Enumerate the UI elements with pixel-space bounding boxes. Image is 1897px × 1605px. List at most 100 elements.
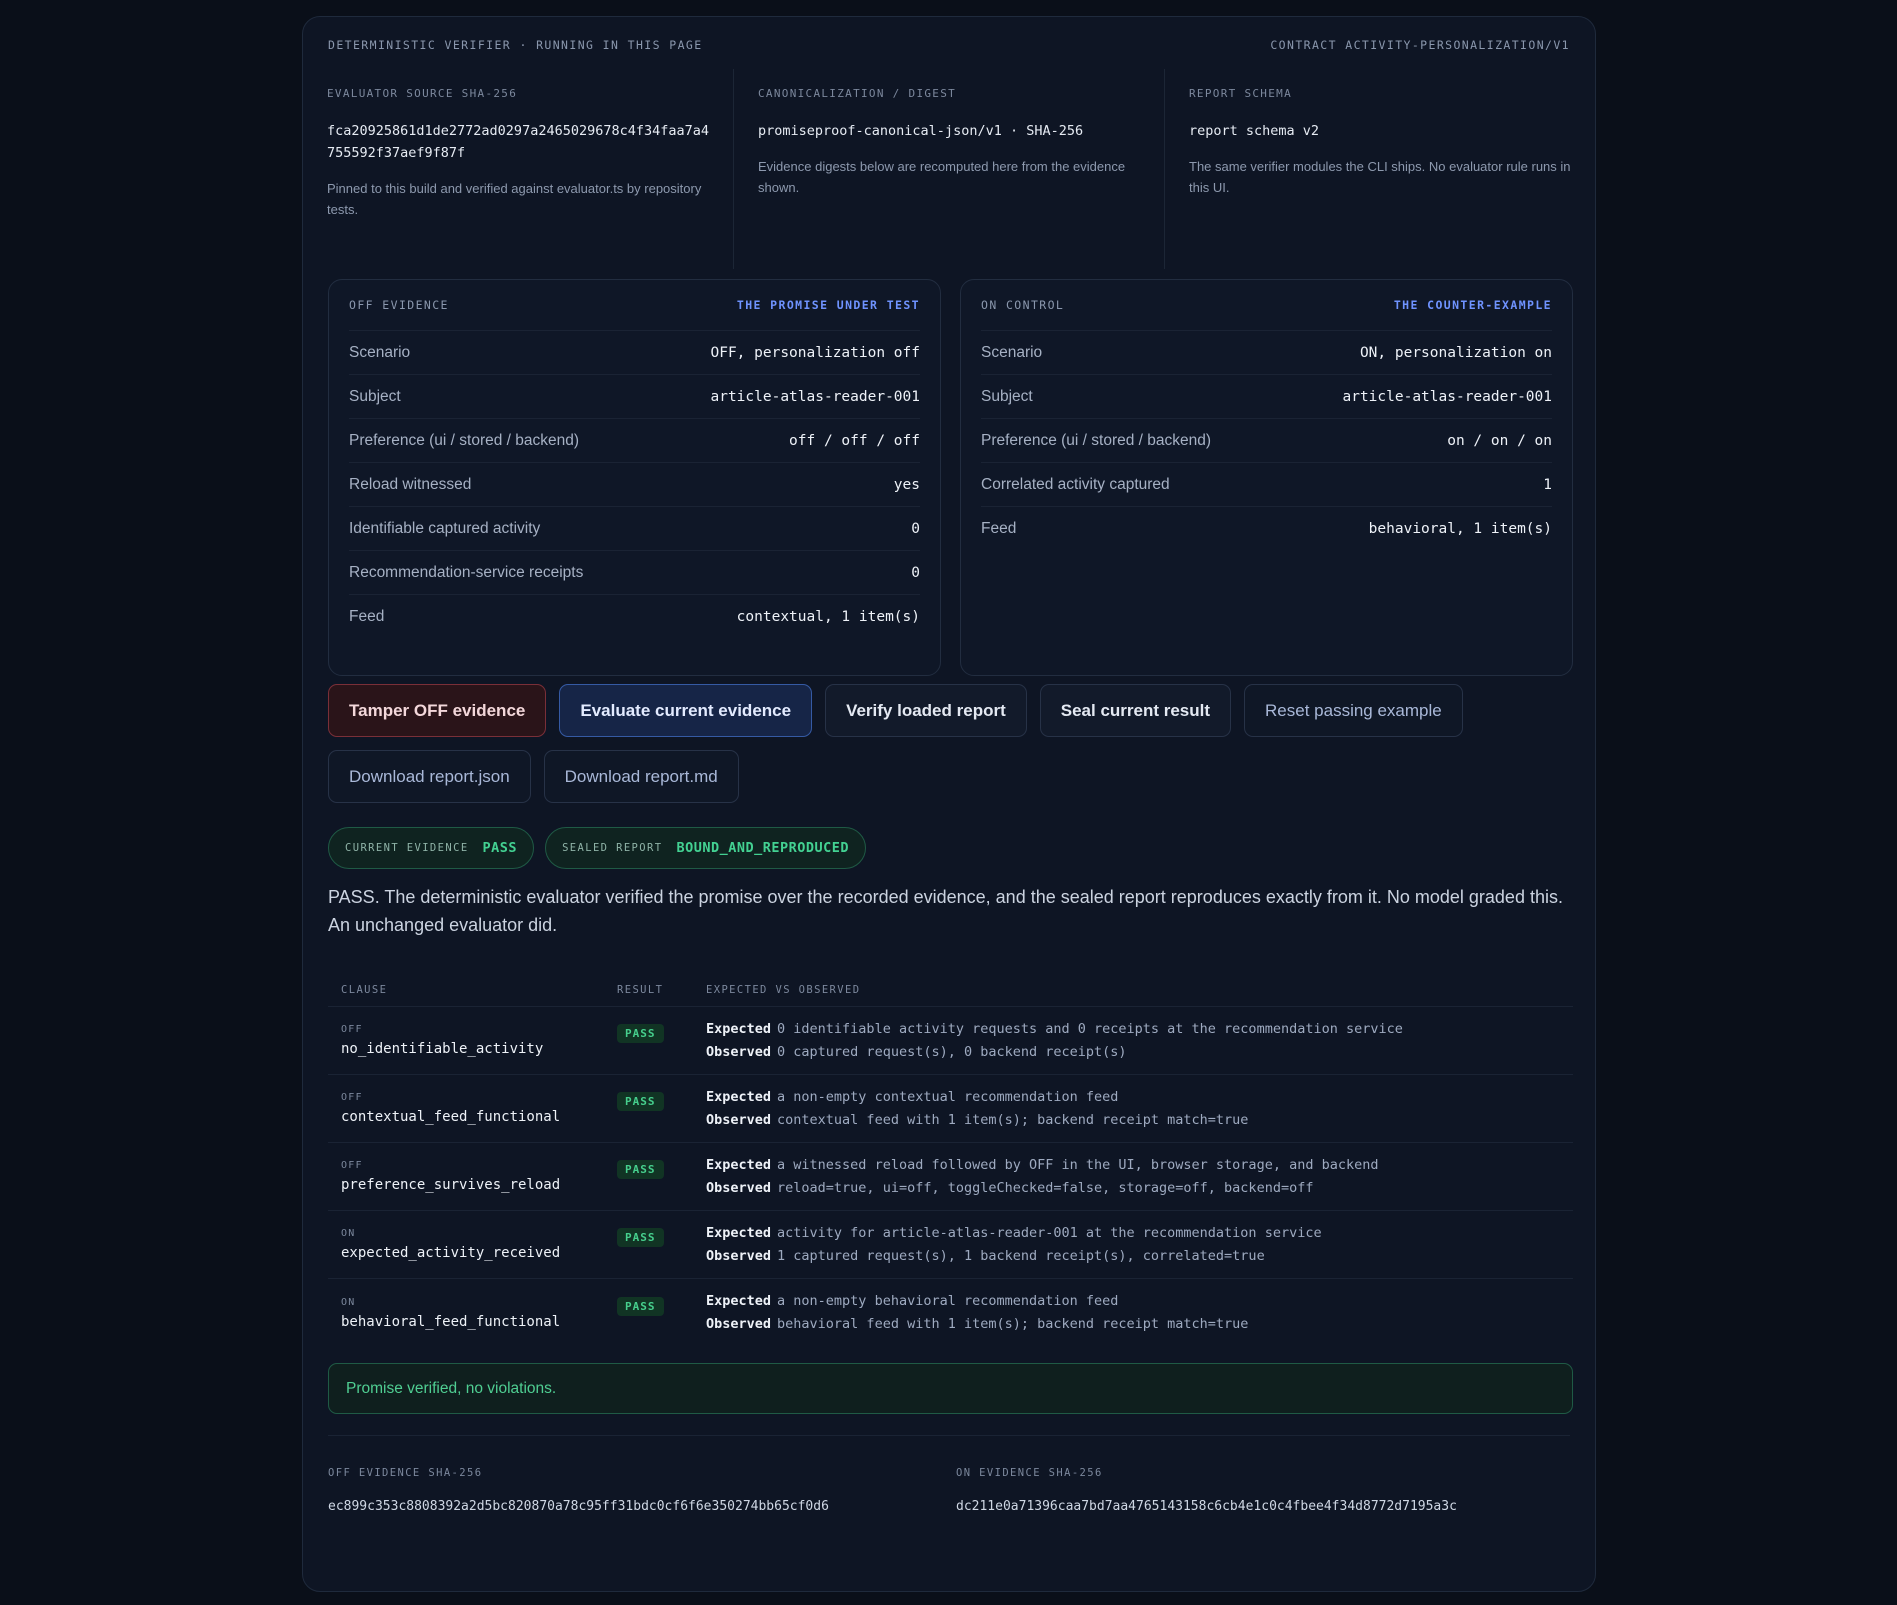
header-result: Result [617,983,664,996]
row-key: Correlated activity captured [981,475,1170,493]
expected-label: Expected [706,1088,772,1105]
clause-scenario-tag: OFF [341,1092,363,1103]
meta-canonicalization: Canonicalization / digest promiseproof-c… [734,69,1165,269]
expected-text: a non-empty contextual recommendation fe… [777,1088,1119,1105]
row-key: Feed [981,519,1017,537]
observed-text: contextual feed with 1 item(s); backend … [777,1111,1249,1128]
row-value: contextual, 1 item(s) [736,608,920,625]
evidence-row: Recommendation-service receipts 0 [349,550,920,594]
evidence-row: Feed behavioral, 1 item(s) [981,506,1552,550]
row-value: off / off / off [789,432,920,449]
observed-text: reload=true, ui=off, toggleChecked=false… [777,1179,1314,1196]
observed-label: Observed [706,1247,772,1264]
clause-name: contextual_feed_functional [341,1109,561,1125]
off-card-title: OFF evidence [349,298,449,312]
contract-label: Contract activity-personalization/v1 [1270,38,1570,52]
table-row: OFF no_identifiable_activity PASS Expecte… [328,1007,1573,1075]
row-key: Subject [349,387,401,405]
table-row: OFF contextual_feed_functional PASS Expec… [328,1075,1573,1143]
evidence-row: Scenario ON, personalization on [981,330,1552,374]
meta-evaluator-source: Evaluator source SHA-256 fca20925861d1de… [303,69,734,269]
download-md-button[interactable]: Download report.md [543,750,739,803]
status-badge: PASS [617,1024,664,1043]
row-key: Scenario [981,343,1043,361]
row-value: on / on / on [1447,432,1552,449]
row-value: 1 [1543,476,1552,493]
badge-value: PASS [482,840,518,856]
badge-label: Sealed report [562,842,663,854]
row-value: OFF, personalization off [710,344,920,361]
row-key: Recommendation-service receipts [349,563,584,581]
sealed-report-badge: Sealed report BOUND_AND_REPRODUCED [545,827,867,869]
on-control-card: ON control The counter-example Scenario O… [960,279,1573,676]
clause-name: no_identifiable_activity [341,1041,544,1057]
row-key: Preference (ui / stored / backend) [981,431,1212,449]
off-card-tag: The promise under test [736,298,920,312]
table-row: ON expected_activity_received PASS Expect… [328,1211,1573,1279]
verify-report-button[interactable]: Verify loaded report [825,684,1027,737]
status-badge: PASS [617,1296,664,1316]
observed-label: Observed [706,1179,772,1196]
divider [328,1435,1570,1436]
status-badge: PASS [617,1228,664,1247]
download-json-button[interactable]: Download report.json [328,750,531,803]
report-schema-value: report schema v2 [1189,123,1320,139]
evidence-row: Subject article-atlas-reader-001 [349,374,920,418]
download-buttons: Download report.json Download report.md [328,750,739,803]
tamper-off-evidence-button[interactable]: Tamper OFF evidence [328,684,547,737]
action-buttons: Tamper OFF evidence Evaluate current evi… [328,684,1463,737]
clause-name: behavioral_feed_functional [341,1313,561,1330]
evidence-row: Subject article-atlas-reader-001 [981,374,1552,418]
off-evidence-digest: OFF evidence SHA-256 ec899c353c8808392a2… [328,1467,938,1514]
evidence-row: Identifiable captured activity 0 [349,506,920,550]
expected-label: Expected [706,1224,772,1241]
verifier-status-label: Deterministic verifier · running in this… [328,38,703,52]
status-badge: PASS [617,1092,664,1111]
expected-text: activity for article-atlas-reader-001 at… [777,1224,1322,1241]
row-key: Scenario [349,343,411,361]
status-badges: Current evidence PASS Sealed report BOUN… [328,827,867,869]
clause-name: preference_survives_reload [341,1177,561,1193]
header-expected-observed: Expected vs observed [706,983,861,996]
badge-label: Current evidence [345,842,469,854]
meta-label: Canonicalization / digest [758,87,957,100]
evidence-row: Reload witnessed yes [349,462,920,506]
expected-label: Expected [706,1293,772,1309]
clause-scenario-tag: ON [341,1228,356,1239]
clause-scenario-tag: OFF [341,1160,363,1171]
row-key: Identifiable captured activity [349,519,541,537]
off-evidence-card: OFF evidence The promise under test Scen… [328,279,941,676]
current-evidence-badge: Current evidence PASS [328,827,535,869]
expected-text: a witnessed reload followed by OFF in th… [777,1156,1379,1173]
status-badge: PASS [617,1160,664,1179]
meta-note: The same verifier modules the CLI ships.… [1189,159,1571,195]
on-evidence-digest: ON evidence SHA-256 dc211e0a71396caa7bd7… [956,1467,1566,1514]
meta-note: Evidence digests below are recomputed he… [758,159,1126,195]
observed-label: Observed [706,1043,772,1060]
evidence-row: Preference (ui / stored / backend) off / … [349,418,920,462]
evidence-row: Scenario OFF, personalization off [349,330,920,374]
verification-message: Promise verified, no violations. [328,1363,1573,1414]
table-row: OFF preference_survives_reload PASS Expec… [328,1143,1573,1211]
meta-label: Report schema [1189,87,1292,100]
evaluate-evidence-button[interactable]: Evaluate current evidence [559,684,813,737]
clause-scenario-tag: OFF [341,1024,363,1035]
observed-label: Observed [706,1111,772,1128]
on-card-title: ON control [981,298,1065,312]
seal-result-button[interactable]: Seal current result [1039,684,1232,737]
observed-text: behavioral feed with 1 item(s); backend … [777,1316,1249,1332]
meta-label: Evaluator source SHA-256 [327,87,518,100]
digest-value: ec899c353c8808392a2d5bc820870a78c95ff31b… [328,1499,829,1514]
verifier-panel: Deterministic verifier · running in this… [302,16,1596,1592]
evidence-row: Correlated activity captured 1 [981,462,1552,506]
on-card-header: ON control The counter-example [981,280,1552,330]
row-value: article-atlas-reader-001 [710,388,920,405]
expected-label: Expected [706,1156,772,1173]
top-bar: Deterministic verifier · running in this… [328,35,1570,55]
meta-note: Pinned to this build and verified agains… [327,181,702,217]
evidence-row: Preference (ui / stored / backend) on / o… [981,418,1552,462]
observed-text: 0 captured request(s), 0 backend receipt… [777,1043,1127,1060]
reset-example-button[interactable]: Reset passing example [1244,684,1463,737]
row-key: Reload witnessed [349,475,472,493]
clauses-table: Clause Result Expected vs observed OFF no… [328,973,1573,1347]
